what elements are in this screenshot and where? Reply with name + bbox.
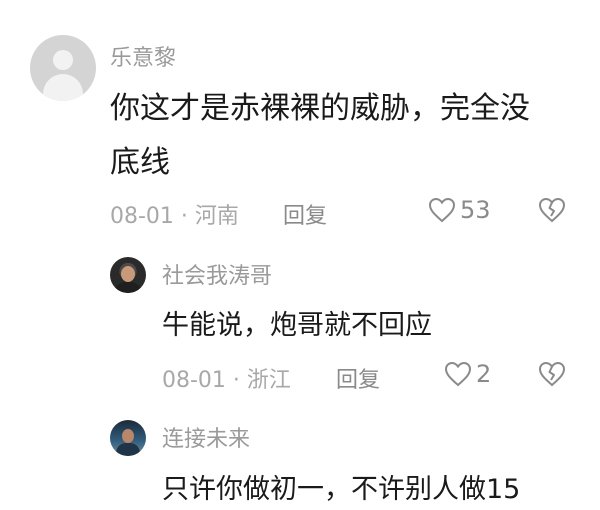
comment-meta: 08-01 · 河南	[110, 204, 239, 229]
avatar-shoulders-shape	[43, 74, 83, 101]
like-count: 2	[476, 360, 492, 388]
avatar[interactable]	[110, 420, 146, 456]
reply-button[interactable]: 回复	[283, 198, 327, 230]
heart-outline-icon	[444, 361, 472, 387]
like-button[interactable]: 53	[428, 196, 491, 224]
reply-button[interactable]: 回复	[336, 362, 380, 394]
avatar-body-shape	[116, 443, 140, 456]
comment-text: 牛能说，炮哥就不回应	[162, 310, 432, 341]
comment-username[interactable]: 连接未来	[162, 421, 250, 453]
comment-username[interactable]: 乐意黎	[110, 40, 176, 72]
comment-text-line: 底线	[110, 145, 170, 180]
like-button[interactable]: 2	[444, 360, 491, 388]
comment-meta: 08-01 · 浙江	[162, 368, 291, 393]
avatar-face-shape	[122, 429, 134, 443]
avatar-default[interactable]	[30, 35, 96, 101]
avatar-head-shape	[53, 50, 73, 70]
comment-text: 只许你做初一，不许别人做15	[162, 474, 521, 505]
heart-outline-icon	[428, 197, 456, 223]
comment-text-line: 你这才是赤裸裸的威胁，完全没	[110, 91, 530, 126]
broken-heart-icon	[538, 361, 566, 387]
avatar-face-shape	[121, 266, 135, 282]
like-count: 53	[460, 196, 491, 224]
broken-heart-icon	[538, 197, 566, 223]
dislike-button[interactable]	[538, 197, 566, 227]
avatar-body-shape	[114, 282, 142, 293]
comment-username[interactable]: 社会我涛哥	[162, 258, 272, 290]
dislike-button[interactable]	[538, 361, 566, 391]
avatar[interactable]	[110, 257, 146, 293]
